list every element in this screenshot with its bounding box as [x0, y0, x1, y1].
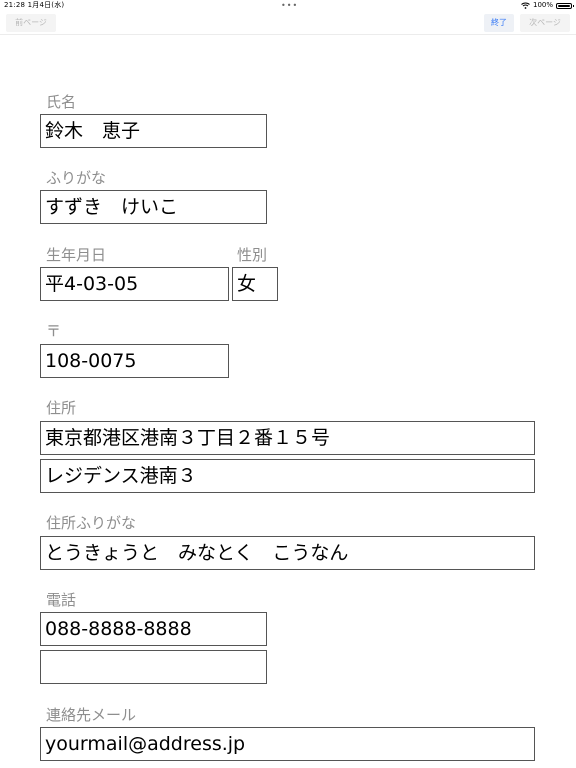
address-line1-field[interactable]: 東京都港区港南３丁目２番１５号 — [40, 421, 535, 455]
next-page-button[interactable]: 次ページ — [520, 14, 570, 32]
phone-field-2[interactable] — [40, 650, 267, 684]
wifi-icon — [521, 2, 530, 9]
phone-label: 電話 — [46, 591, 77, 609]
name-label: 氏名 — [46, 93, 77, 111]
multitasking-dots-icon[interactable]: ••• — [281, 0, 298, 11]
birthdate-field[interactable]: 平4-03-05 — [40, 267, 229, 301]
status-bar: 21:28 1月4日(水) ••• 100% — [0, 0, 576, 11]
address-label: 住所 — [46, 399, 77, 417]
prev-page-button[interactable]: 前ページ — [6, 14, 56, 32]
address-furigana-label: 住所ふりがな — [46, 514, 137, 532]
email-label: 連絡先メール — [46, 706, 137, 724]
gender-field[interactable]: 女 — [232, 267, 278, 301]
done-button[interactable]: 終了 — [484, 14, 514, 32]
status-right: 100% — [521, 0, 574, 11]
gender-label: 性別 — [237, 246, 268, 264]
name-field[interactable]: 鈴木 恵子 — [40, 114, 267, 148]
email-field[interactable]: yourmail@address.jp — [40, 727, 535, 761]
page: 21:28 1月4日(水) ••• 100% 前ページ 終了 次ページ 氏名 鈴… — [0, 0, 576, 768]
furigana-field[interactable]: すずき けいこ — [40, 190, 267, 224]
phone-field-1[interactable]: 088-8888-8888 — [40, 612, 267, 646]
furigana-label: ふりがな — [46, 169, 107, 187]
toolbar: 前ページ 終了 次ページ — [0, 12, 576, 35]
status-time: 21:28 1月4日(水) — [4, 1, 65, 9]
postal-code-field[interactable]: 108-0075 — [40, 344, 229, 378]
postal-label: 〒 — [46, 322, 62, 340]
battery-percent: 100% — [532, 1, 553, 9]
battery-icon — [556, 2, 574, 9]
birthdate-label: 生年月日 — [46, 246, 107, 264]
address-line2-field[interactable]: レジデンス港南３ — [40, 459, 535, 493]
address-furigana-field[interactable]: とうきょうと みなとく こうなん — [40, 536, 535, 570]
